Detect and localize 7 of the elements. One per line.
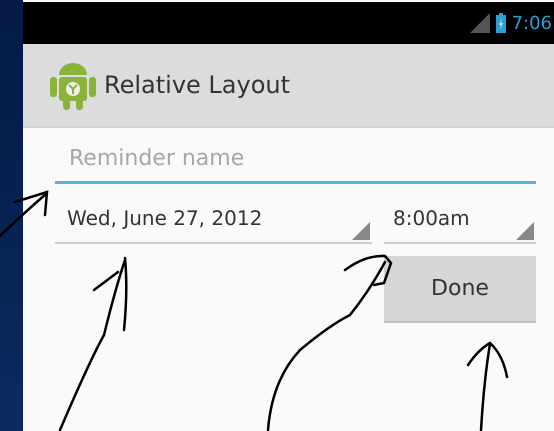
done-button[interactable]: Done <box>384 256 536 323</box>
date-spinner[interactable]: Wed, June 27, 2012 <box>55 198 372 244</box>
status-time: 7:06 <box>512 12 552 34</box>
reminder-name-field[interactable]: Reminder name <box>55 142 536 184</box>
battery-icon <box>496 13 506 33</box>
app-title: Relative Layout <box>104 71 290 99</box>
signal-icon <box>470 13 490 33</box>
